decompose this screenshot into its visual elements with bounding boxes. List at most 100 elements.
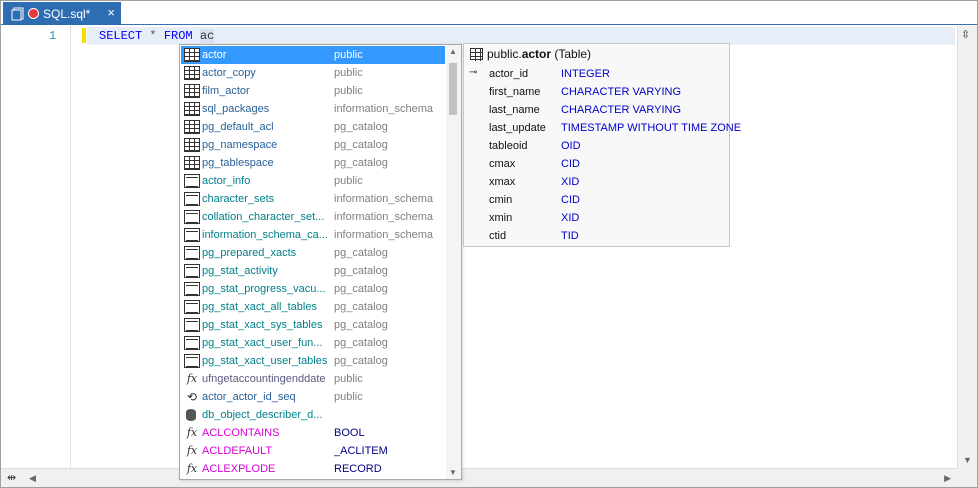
scroll-left-icon[interactable]: ◀ (29, 473, 36, 484)
column-row: first_name CHARACTER VARYING (464, 83, 729, 101)
completion-item[interactable]: collation_character_set... information_sc… (181, 208, 445, 226)
completion-item[interactable]: pg_stat_xact_user_tables pg_catalog (181, 352, 445, 370)
column-row: cmax CID (464, 155, 729, 173)
completion-item-name: pg_stat_xact_user_fun... (202, 337, 323, 349)
completion-item-schema: public (334, 67, 363, 79)
keyword-select: SELECT (99, 29, 143, 43)
completion-item-name: ACLEXPLODE (202, 463, 276, 475)
completion-item[interactable]: pg_stat_xact_all_tables pg_catalog (181, 298, 445, 316)
completion-item-schema: public (334, 49, 363, 61)
completion-item-name: pg_prepared_xacts (202, 247, 297, 259)
completion-item-name: information_schema_ca... (202, 229, 328, 241)
scroll-down-icon[interactable]: ▼ (963, 455, 972, 465)
completion-item-name: ACLCONTAINS (202, 427, 280, 439)
completion-item[interactable]: fx ufngetaccountingenddate public (181, 370, 445, 388)
column-name: xmin (489, 212, 513, 224)
column-name: actor_id (489, 68, 529, 80)
completion-item[interactable]: fx ACLEXPLODE RECORD (181, 460, 445, 478)
completion-item-name: pg_stat_progress_vacu... (202, 283, 326, 295)
completion-item[interactable]: pg_stat_activity pg_catalog (181, 262, 445, 280)
completion-item-schema: public (334, 85, 363, 97)
scroll-right-icon[interactable]: ▶ (944, 473, 951, 484)
column-type: CID (561, 194, 580, 206)
completion-item-schema: pg_catalog (334, 247, 388, 259)
function-icon: fx (186, 444, 198, 457)
view-icon (184, 300, 200, 314)
column-type: XID (561, 176, 580, 188)
completion-item-name: actor_copy (202, 67, 256, 79)
primary-key-icon: ⊸ (469, 67, 478, 78)
scroll-up-icon[interactable]: ▲ (449, 47, 457, 56)
split-handle-icon[interactable]: ⇹ (7, 471, 16, 484)
completion-item[interactable]: film_actor public (181, 82, 445, 100)
column-name: ctid (489, 230, 507, 242)
completion-item-name: db_object_describer_d... (202, 409, 323, 421)
table-icon (184, 138, 200, 152)
view-icon (184, 264, 200, 278)
vertical-scrollbar[interactable]: ⇳ ▼ (957, 26, 977, 468)
scroll-down-icon[interactable]: ▼ (449, 468, 457, 477)
completion-item[interactable]: db_object_describer_d... (181, 406, 445, 424)
completion-item-name: pg_stat_xact_user_tables (202, 355, 328, 367)
completion-item-name: actor_info (202, 175, 251, 187)
completion-item[interactable]: pg_prepared_xacts pg_catalog (181, 244, 445, 262)
column-type: OID (561, 140, 581, 152)
table-icon (184, 48, 200, 62)
completion-item-schema: RECORD (334, 463, 382, 475)
split-handle-icon[interactable]: ⇳ (961, 28, 970, 41)
table-icon (184, 102, 200, 116)
table-icon (184, 66, 200, 80)
completion-item-schema: pg_catalog (334, 319, 388, 331)
details-header: public. actor (Table) (470, 47, 591, 61)
completion-item-name: pg_namespace (202, 139, 278, 151)
completion-item[interactable]: sql_packages information_schema (181, 100, 445, 118)
completion-item[interactable]: actor_copy public (181, 64, 445, 82)
completion-item-name: film_actor (202, 85, 250, 97)
completion-item[interactable]: pg_default_acl pg_catalog (181, 118, 445, 136)
autocomplete-list[interactable]: actor public actor_copy public film_actor pub… (179, 44, 462, 480)
completion-item-schema: BOOL (334, 427, 365, 439)
autocomplete-scrollbar[interactable]: ▲ ▼ (446, 45, 461, 479)
completion-item[interactable]: actor public (181, 46, 445, 64)
completion-item[interactable]: character_sets information_schema (181, 190, 445, 208)
completion-item[interactable]: ⟲ actor_actor_id_seq public (181, 388, 445, 406)
column-name: tableoid (489, 140, 528, 152)
completion-item-schema: pg_catalog (334, 265, 388, 277)
tab-sql-file[interactable]: SQL.sql* × (3, 2, 121, 25)
scroll-thumb[interactable] (449, 63, 457, 115)
completion-item[interactable]: pg_stat_xact_sys_tables pg_catalog (181, 316, 445, 334)
completion-item-schema: public (334, 391, 363, 403)
view-icon (184, 354, 200, 368)
code-line[interactable]: SELECT * FROM ac (99, 29, 215, 43)
sequence-icon: ⟲ (186, 390, 198, 404)
completion-item[interactable]: pg_tablespace pg_catalog (181, 154, 445, 172)
completion-item-schema: pg_catalog (334, 337, 388, 349)
completion-item[interactable]: fx ACLDEFAULT _ACLITEM (181, 442, 445, 460)
view-icon (184, 282, 200, 296)
completion-item[interactable]: fx ACLCONTAINS BOOL (181, 424, 445, 442)
completion-item-schema: pg_catalog (334, 355, 388, 367)
view-icon (184, 210, 200, 224)
completion-item-name: pg_stat_xact_all_tables (202, 301, 317, 313)
column-type: INTEGER (561, 68, 610, 80)
horizontal-scrollbar[interactable]: ⇹ ◀ ▶ (1, 468, 957, 487)
completion-item-schema: public (334, 175, 363, 187)
view-icon (184, 318, 200, 332)
completion-item-name: pg_stat_activity (202, 265, 278, 277)
table-icon (470, 48, 483, 61)
close-icon[interactable]: × (107, 5, 115, 20)
column-type: CID (561, 158, 580, 170)
completion-item-schema: information_schema (334, 211, 434, 223)
column-type: TID (561, 230, 579, 242)
completion-item[interactable]: actor_info public (181, 172, 445, 190)
column-name: xmax (489, 176, 516, 188)
keyword-from: FROM (163, 29, 193, 43)
table-icon (184, 120, 200, 134)
completion-item[interactable]: pg_stat_xact_user_fun... pg_catalog (181, 334, 445, 352)
completion-item[interactable]: pg_stat_progress_vacu... pg_catalog (181, 280, 445, 298)
database-icon (184, 408, 200, 422)
column-row: tableoid OID (464, 137, 729, 155)
completion-item[interactable]: pg_namespace pg_catalog (181, 136, 445, 154)
completion-item[interactable]: information_schema_ca... information_sche… (181, 226, 445, 244)
object-details-popup: public. actor (Table) ⊸ actor_id INTEGER fir… (463, 43, 741, 247)
